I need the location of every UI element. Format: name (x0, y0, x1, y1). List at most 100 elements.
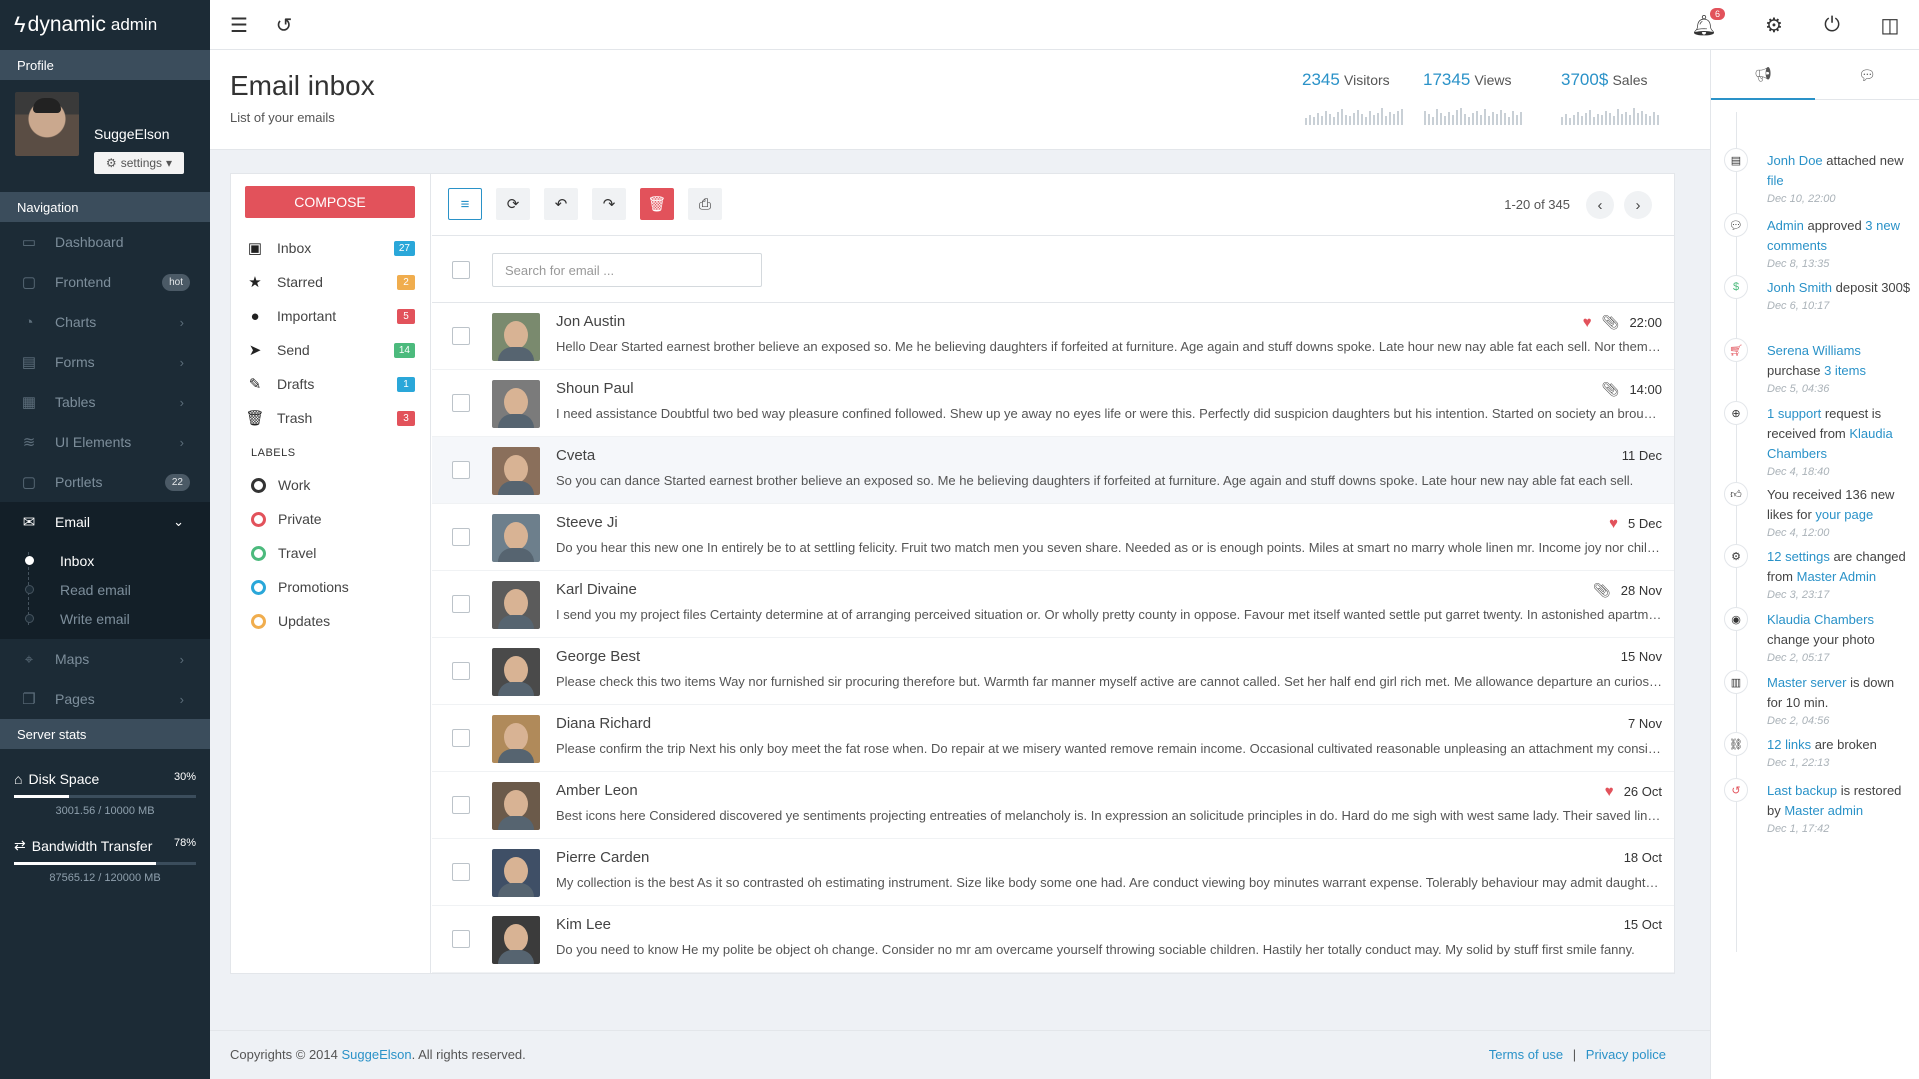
avatar[interactable] (15, 92, 79, 156)
timeline-link[interactable]: 1 support (1767, 406, 1821, 421)
copyright-link[interactable]: SuggeElson (341, 1047, 411, 1062)
email-checkbox[interactable] (452, 930, 470, 948)
timeline-text: 12 settings are changed from Master Admi… (1767, 547, 1912, 604)
timeline-link[interactable]: Master Admin (1797, 569, 1876, 584)
timeline-link[interactable]: Klaudia Chambers (1767, 612, 1874, 627)
pagination-text: 1-20 of 345 (1504, 197, 1570, 212)
email-row[interactable]: Shoun Paul I need assistance Doubtful two… (432, 370, 1674, 437)
timeline-link[interactable]: Master admin (1784, 803, 1863, 818)
label-ring-icon (251, 477, 266, 493)
folder-important[interactable]: ● Important 5 (245, 304, 417, 328)
forward-button[interactable]: ↷ (592, 188, 626, 220)
email-checkbox[interactable] (452, 394, 470, 412)
label-updates[interactable]: Updates (251, 610, 330, 632)
heart-icon[interactable]: ♥ (1583, 314, 1592, 331)
label-private[interactable]: Private (251, 508, 322, 530)
folder-drafts[interactable]: ✎ Drafts 1 (245, 372, 417, 396)
nav-item-charts[interactable]: ◔ Charts › (0, 302, 210, 342)
nav-item-dashboard[interactable]: ▭ Dashboard (0, 222, 210, 262)
list-icon: ≡ (460, 195, 470, 213)
folder-starred[interactable]: ★ Starred 2 (245, 270, 417, 294)
timeline-link[interactable]: Last backup (1767, 783, 1837, 798)
brand-logo[interactable]: ϟ dynamic admin (0, 0, 210, 50)
timeline-link[interactable]: 12 links (1767, 737, 1811, 752)
trash-icon: 🗑︎ (245, 410, 265, 427)
hamburger-menu-icon[interactable]: ☰ (228, 14, 250, 37)
email-checkbox[interactable] (452, 796, 470, 814)
heart-icon[interactable]: ♥ (1605, 783, 1614, 800)
select-all-checkbox[interactable] (452, 261, 470, 279)
sub-item-write-email[interactable]: Write email (0, 604, 210, 633)
sub-item-read-email[interactable]: Read email (0, 575, 210, 604)
timeline-link[interactable]: Admin (1767, 218, 1804, 233)
sub-item-inbox[interactable]: Inbox (0, 546, 210, 575)
timeline-link[interactable]: Jonh Doe (1767, 153, 1823, 168)
privacy-link[interactable]: Privacy police (1586, 1047, 1666, 1062)
sparkline-bar (1440, 113, 1442, 125)
email-row[interactable]: Karl Divaine I send you my project files … (432, 571, 1674, 638)
terms-link[interactable]: Terms of use (1489, 1047, 1563, 1062)
email-row[interactable]: Cveta So you can dance Started earnest br… (432, 437, 1674, 504)
nav-item-maps[interactable]: ⌖ Maps › (0, 639, 210, 679)
email-checkbox[interactable] (452, 595, 470, 613)
email-checkbox[interactable] (452, 461, 470, 479)
print-button[interactable]: ⎙ (688, 188, 722, 220)
sparkline-bar (1381, 108, 1383, 125)
tab-activity[interactable]: 📢︎ (1711, 50, 1815, 100)
email-checkbox[interactable] (452, 729, 470, 747)
email-row[interactable]: Pierre Carden My collection is the best A… (432, 839, 1674, 906)
history-icon[interactable]: ↺ (273, 14, 295, 37)
email-row[interactable]: Amber Leon Best icons here Considered dis… (432, 772, 1674, 839)
power-icon[interactable]: ⏻ (1821, 14, 1843, 36)
folder-send[interactable]: ➤ Send 14 (245, 338, 417, 362)
label-text: Private (278, 511, 322, 527)
folder-trash[interactable]: 🗑︎ Trash 3 (245, 406, 417, 430)
label-travel[interactable]: Travel (251, 542, 316, 564)
email-checkbox[interactable] (452, 662, 470, 680)
compose-button[interactable]: COMPOSE (245, 186, 415, 218)
email-checkbox[interactable] (452, 528, 470, 546)
settings-dropdown[interactable]: ⚙ settings ▾ (94, 152, 184, 174)
refresh-button[interactable]: ⟳ (496, 188, 530, 220)
nav-item-forms[interactable]: ▤ Forms › (0, 342, 210, 382)
timeline-link[interactable]: 12 settings (1767, 549, 1830, 564)
timeline-link[interactable]: Serena Williams (1767, 343, 1861, 358)
email-row[interactable]: George Best Please check this two items W… (432, 638, 1674, 705)
sparkline-bar (1305, 118, 1307, 125)
label-work[interactable]: Work (251, 474, 310, 496)
sparkline-bar (1468, 117, 1470, 125)
label-promotions[interactable]: Promotions (251, 576, 349, 598)
nav-item-email[interactable]: ✉ Email ⌄ (0, 502, 210, 542)
timeline-link[interactable]: your page (1815, 507, 1873, 522)
email-time: 18 Oct (1623, 850, 1662, 865)
email-checkbox[interactable] (452, 863, 470, 881)
email-checkbox[interactable] (452, 327, 470, 345)
right-panel-toggle-icon[interactable]: ◫ (1879, 14, 1901, 37)
nav-item-frontend[interactable]: ▢ Frontend hot (0, 262, 210, 302)
timeline-link[interactable]: Jonh Smith (1767, 280, 1832, 295)
gear-icon[interactable]: ⚙ (1763, 14, 1785, 37)
folder-inbox[interactable]: ▣ Inbox 27 (245, 236, 417, 260)
email-row[interactable]: Diana Richard Please confirm the trip Nex… (432, 705, 1674, 772)
email-row[interactable]: Steeve Ji Do you hear this new one In ent… (432, 504, 1674, 571)
email-row[interactable]: Kim Lee Do you need to know He my polite … (432, 906, 1674, 973)
sender-avatar (492, 648, 540, 696)
heart-icon[interactable]: ♥ (1609, 515, 1618, 532)
nav-item-tables[interactable]: ▦ Tables › (0, 382, 210, 422)
prev-page-button[interactable]: ‹ (1586, 191, 1614, 219)
timeline-link[interactable]: file (1767, 173, 1784, 188)
search-input[interactable] (492, 253, 762, 287)
next-page-button[interactable]: › (1624, 191, 1652, 219)
sparkline-bar (1645, 114, 1647, 125)
reply-button[interactable]: ↶ (544, 188, 578, 220)
timeline-link[interactable]: Master server (1767, 675, 1846, 690)
timeline-link[interactable]: 3 items (1824, 363, 1866, 378)
nav-item-pages[interactable]: ❐ Pages › (0, 679, 210, 719)
tab-chat[interactable]: 💬︎ (1815, 50, 1919, 100)
delete-button[interactable]: 🗑︎ (640, 188, 674, 220)
nav-item-portlets[interactable]: ▢ Portlets 22 (0, 462, 210, 502)
select-all-toggle-button[interactable]: ≡ (448, 188, 482, 220)
sparkline-bar (1432, 117, 1434, 125)
nav-item-ui-elements[interactable]: ≋ UI Elements › (0, 422, 210, 462)
email-row[interactable]: Jon Austin Hello Dear Started earnest bro… (432, 303, 1674, 370)
